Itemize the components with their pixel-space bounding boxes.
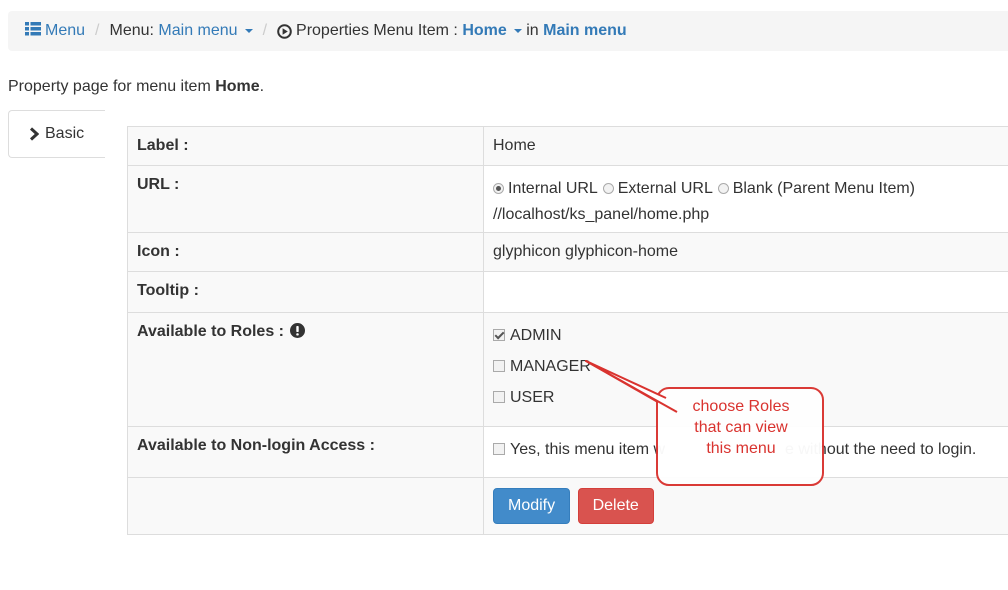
radio-blank[interactable]	[717, 183, 729, 194]
breadcrumb-properties-label: Properties Menu Item :	[296, 22, 458, 39]
url-value: //localhost/ks_panel/home.php	[493, 206, 710, 223]
intro-item: Home	[215, 78, 260, 95]
caret-down-icon	[513, 28, 522, 33]
checkbox-nonlogin[interactable]	[493, 443, 505, 455]
label-key: Label :	[127, 126, 484, 166]
callout-line-3: this menu	[706, 440, 776, 457]
actions-key	[127, 477, 484, 535]
nonlogin-key: Available to Non-login Access :	[127, 426, 484, 478]
radio-internal-url-label: Internal URL	[508, 180, 598, 197]
role-user-label: USER	[510, 389, 555, 406]
page-intro: Property page for menu item Home.	[8, 77, 264, 97]
properties-table: Label : Home URL : Internal URL External…	[127, 126, 1008, 535]
callout-line-2: that can view	[694, 419, 788, 436]
checkbox-user[interactable]	[493, 391, 505, 403]
role-admin-label: ADMIN	[510, 327, 562, 344]
breadcrumb-item-name: Home	[462, 22, 507, 39]
breadcrumb-menu-link[interactable]: Menu	[25, 22, 85, 40]
table-row: Available to Roles : ADMIN MANAGER USER	[127, 312, 1008, 427]
intro-text: Property page for menu item	[8, 78, 216, 95]
table-row: Available to Non-login Access : Yes, thi…	[127, 426, 1008, 478]
breadcrumb: Menu / Menu: Main menu / Properties Menu…	[8, 11, 1008, 51]
list-icon	[25, 22, 41, 36]
tooltip-value	[483, 271, 1008, 313]
breadcrumb-in-label: in	[526, 22, 539, 39]
tab-basic-label: Basic	[45, 125, 85, 142]
radio-blank-label: Blank (Parent Menu Item)	[732, 180, 915, 197]
breadcrumb-item-dropdown[interactable]: Home	[462, 22, 522, 40]
roles-key-label: Available to Roles :	[137, 323, 284, 340]
breadcrumb-menu-dropdown[interactable]: Main menu	[158, 22, 253, 40]
breadcrumb-menu-label: Menu	[45, 22, 86, 39]
table-row: URL : Internal URL External URL Blank (P…	[127, 165, 1008, 233]
table-row: Modify Delete	[127, 477, 1008, 535]
radio-external-url[interactable]	[602, 183, 614, 194]
url-cell: Internal URL External URL Blank (Parent …	[483, 165, 1008, 233]
table-row: Label : Home	[127, 126, 1008, 166]
label-value: Home	[483, 126, 1008, 166]
radio-external-url-label: External URL	[617, 180, 713, 197]
tab-basic[interactable]: Basic	[8, 110, 105, 158]
callout-text: choose Roles that can view this menu	[658, 396, 824, 459]
breadcrumb-menu-prefix: Menu:	[109, 22, 154, 39]
intro-end: .	[259, 78, 265, 95]
breadcrumb-separator: /	[262, 22, 268, 39]
table-row: Tooltip :	[127, 271, 1008, 313]
exclamation-circle-icon[interactable]	[290, 323, 306, 338]
checkbox-manager[interactable]	[493, 360, 505, 372]
callout-line-1: choose Roles	[692, 398, 790, 415]
checkbox-admin[interactable]	[493, 329, 505, 341]
chevron-right-icon	[29, 127, 39, 141]
url-key: URL :	[127, 165, 484, 233]
play-circle-icon	[277, 23, 292, 39]
icon-value: glyphicon glyphicon-home	[483, 232, 1008, 272]
tooltip-key: Tooltip :	[127, 271, 484, 313]
breadcrumb-separator: /	[95, 22, 100, 39]
radio-internal-url[interactable]	[493, 183, 504, 194]
table-row: Icon : glyphicon glyphicon-home	[127, 232, 1008, 272]
roles-key: Available to Roles :	[127, 312, 484, 427]
breadcrumb-menu-name: Main menu	[158, 22, 238, 39]
url-type-options: Internal URL External URL Blank (Parent …	[493, 174, 1002, 204]
breadcrumb-menu-target-link[interactable]: Main menu	[543, 22, 627, 40]
role-admin: ADMIN	[493, 320, 1002, 351]
role-manager-label: MANAGER	[510, 358, 591, 375]
modify-button[interactable]: Modify	[493, 488, 571, 524]
caret-down-icon	[244, 28, 253, 33]
icon-key: Icon :	[127, 232, 484, 272]
